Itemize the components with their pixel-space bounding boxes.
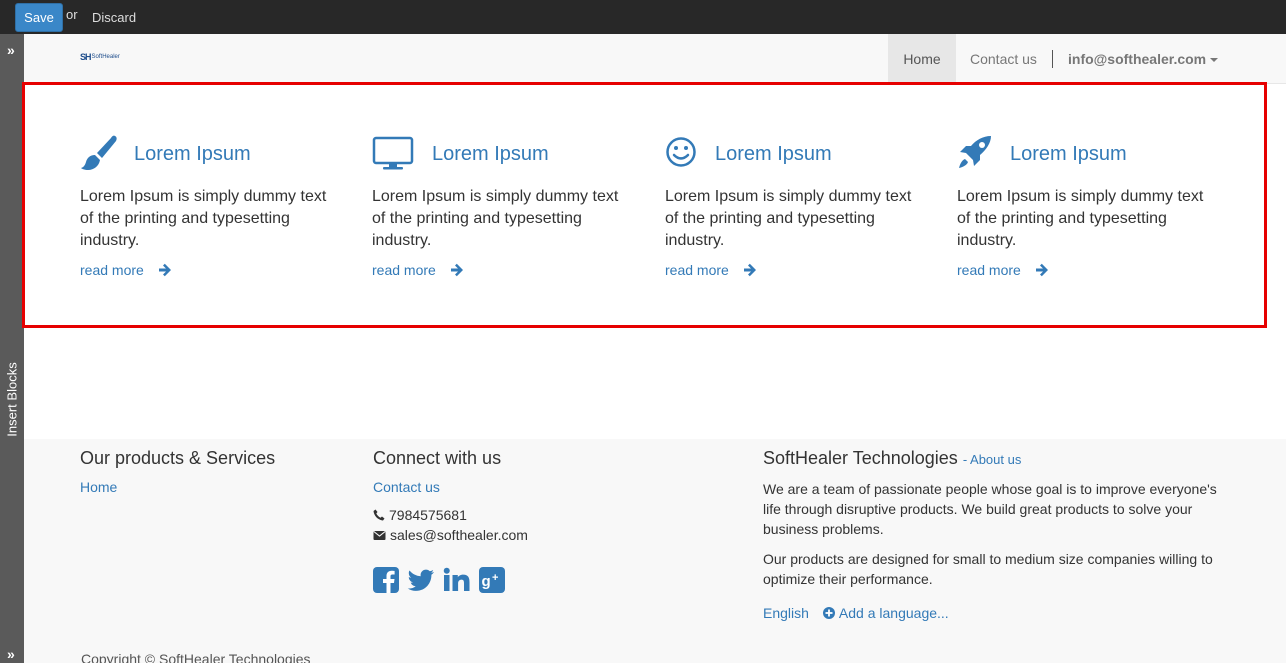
copyright: Copyright © SoftHealer Technologies [81,651,311,663]
caret-down-icon [1210,58,1219,63]
nav-home[interactable]: Home [888,34,956,83]
rocket-icon [959,136,991,168]
footer-about-column: SoftHealer Technologies - About us We ar… [763,439,1223,621]
read-more-link[interactable]: read more [665,262,925,278]
read-more-label: read more [957,262,1021,278]
google-plus-icon[interactable]: g + [479,567,505,593]
email-address: sales@softhealer.com [390,527,528,543]
add-language-link[interactable]: Add a language... [822,605,949,621]
nav-divider [1052,50,1053,68]
twitter-icon[interactable] [407,567,435,593]
plus-circle-icon [822,607,835,619]
social-links: g + [373,567,528,593]
feature-description: Lorem Ipsum is simply dummy text of the … [372,188,619,249]
feature-block: Lorem Ipsum Lorem Ipsum is simply dummy … [665,132,925,278]
about-paragraph: We are a team of passionate people whose… [763,481,1217,537]
footer-connect-heading: Connect with us [373,448,502,468]
logo-text: SoftHealer [91,54,120,60]
nav-contact-us[interactable]: Contact us [970,51,1037,67]
footer-products-column: Our products & Services Home [80,439,275,495]
user-menu[interactable]: info@softhealer.com [1068,51,1219,67]
linkedin-icon[interactable] [443,567,471,593]
read-more-label: read more [372,262,436,278]
smile-icon [666,137,696,167]
site-navbar: SH SoftHealer Home Contact us info@softh… [24,34,1286,84]
footer-home-link[interactable]: Home [80,479,275,495]
email-line: sales@softhealer.com [373,525,528,545]
expand-rail-icon[interactable]: » [7,42,15,58]
language-selector: English Add a language... [763,605,1223,621]
desktop-icon [372,136,414,170]
feature-block: Lorem Ipsum Lorem Ipsum is simply dummy … [957,132,1217,278]
expand-rail-bottom-icon[interactable]: » [7,646,15,662]
envelope-icon [373,530,386,540]
feature-title: Lorem Ipsum [1010,142,1127,165]
phone-line: 7984575681 [373,505,528,525]
read-more-label: read more [80,262,144,278]
feature-description: Lorem Ipsum is simply dummy text of the … [665,188,912,249]
svg-text:+: + [492,572,498,584]
paint-brush-icon [81,135,117,170]
arrow-right-icon [450,263,463,277]
read-more-label: read more [665,262,729,278]
arrow-right-icon [158,263,171,277]
feature-description: Lorem Ipsum is simply dummy text of the … [957,188,1204,249]
arrow-right-icon [743,263,756,277]
feature-description: Lorem Ipsum is simply dummy text of the … [80,188,327,249]
read-more-link[interactable]: read more [80,262,340,278]
discard-link[interactable]: Discard [92,10,136,25]
footer-connect-column: Connect with us Contact us 7984575681 sa… [373,439,528,593]
editor-toolbar: Save or Discard [0,0,1286,34]
phone-icon [373,509,385,521]
feature-title: Lorem Ipsum [432,142,549,165]
footer-contact-link[interactable]: Contact us [373,479,528,495]
svg-text:g: g [482,573,491,590]
feature-block: Lorem Ipsum Lorem Ipsum is simply dummy … [372,132,632,278]
user-email: info@softhealer.com [1068,51,1207,67]
add-language-label: Add a language... [838,605,949,621]
insert-blocks-rail: » Insert Blocks » [0,34,24,663]
arrow-right-icon [1035,263,1048,277]
footer-products-heading: Our products & Services [80,448,276,468]
company-name: SoftHealer Technologies [763,448,958,468]
language-english[interactable]: English [763,605,809,621]
feature-block: Lorem Ipsum Lorem Ipsum is simply dummy … [80,132,340,278]
feature-title: Lorem Ipsum [715,142,832,165]
about-us-link[interactable]: - About us [963,452,1022,467]
read-more-link[interactable]: read more [957,262,1217,278]
site-footer: Our products & Services Home Connect wit… [24,439,1286,663]
save-button[interactable]: Save [15,3,63,32]
site-logo[interactable]: SH SoftHealer [80,52,120,62]
facebook-icon[interactable] [373,567,399,593]
feature-title: Lorem Ipsum [134,142,251,165]
logo-mark: SH [80,52,91,62]
about-paragraph: Our products are designed for small to m… [763,551,1213,587]
or-label: or [66,7,78,22]
insert-blocks-toggle[interactable]: Insert Blocks [5,362,20,438]
phone-number: 7984575681 [389,507,467,523]
read-more-link[interactable]: read more [372,262,632,278]
